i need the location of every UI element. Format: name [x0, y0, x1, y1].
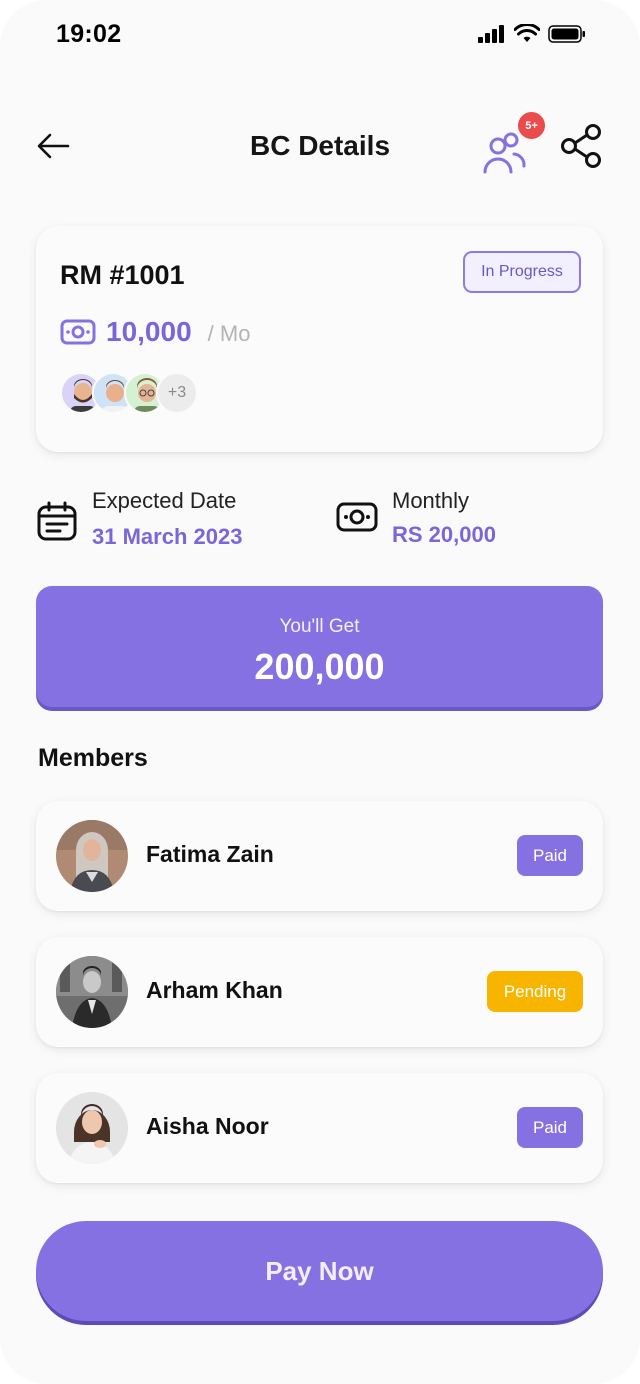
status-badge: Paid — [517, 835, 583, 876]
money-icon — [336, 502, 378, 532]
member-row[interactable]: Aisha Noor Paid — [36, 1073, 603, 1183]
per-month-label: / Mo — [207, 321, 251, 346]
battery-icon — [548, 25, 585, 43]
page-title: BC Details — [249, 130, 391, 161]
payout-value: 200,000 — [254, 646, 385, 687]
share-icon — [561, 124, 601, 168]
monthly-block: Monthly RS 20,000 — [336, 488, 496, 548]
member-avatars[interactable]: +3 — [60, 372, 198, 414]
status-bar: 19:02 — [0, 0, 640, 72]
expected-date-block: Expected Date 31 March 2023 — [36, 488, 242, 550]
member-row[interactable]: Arham Khan Pending — [36, 937, 603, 1047]
calendar-icon — [37, 501, 77, 541]
bc-id: RM #1001 — [60, 260, 185, 290]
status-badge: In Progress — [463, 251, 581, 293]
bc-summary-card[interactable]: RM #1001 In Progress 10,000 / Mo +3 — [36, 226, 603, 452]
payout-card[interactable]: You'll Get 200,000 — [36, 586, 603, 707]
share-button[interactable] — [558, 122, 606, 170]
status-badge: Paid — [517, 1107, 583, 1148]
amount-row: 10,000 / Mo — [60, 316, 250, 348]
wifi-icon — [514, 24, 540, 42]
expected-date-value: 31 March 2023 — [92, 524, 243, 549]
member-name: Aisha Noor — [146, 1113, 269, 1139]
member-avatar — [56, 956, 128, 1028]
members-button[interactable] — [480, 128, 528, 176]
monthly-label: Monthly — [392, 488, 470, 513]
pay-now-button[interactable]: Pay Now — [36, 1221, 603, 1321]
member-name: Arham Khan — [146, 977, 283, 1003]
status-icons — [478, 24, 586, 44]
status-badge: Pending — [487, 971, 583, 1012]
member-avatar — [56, 820, 128, 892]
members-group-icon — [483, 132, 526, 174]
expected-date-label: Expected Date — [92, 488, 237, 513]
monthly-value: RS 20,000 — [392, 522, 496, 547]
more-members-count: +3 — [156, 372, 198, 414]
contribution-amount: 10,000 — [106, 316, 192, 347]
member-avatar — [56, 1092, 128, 1164]
notification-badge: 5+ — [518, 112, 545, 139]
status-time: 19:02 — [56, 20, 122, 48]
money-icon — [60, 319, 96, 345]
signal-icon — [478, 25, 504, 43]
payout-label: You'll Get — [279, 616, 360, 637]
member-name: Fatima Zain — [146, 841, 274, 867]
member-row[interactable]: Fatima Zain Paid — [36, 801, 603, 911]
members-section-title: Members — [38, 744, 148, 772]
phone-screen: 19:02 BC Details 5+ RM #1001 In Progress… — [0, 0, 640, 1384]
